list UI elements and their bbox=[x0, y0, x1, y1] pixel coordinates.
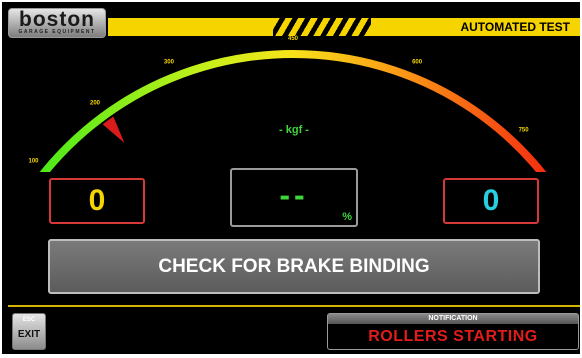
notification-panel: NOTIFICATION ROLLERS STARTING bbox=[327, 313, 579, 350]
left-value: 0 bbox=[88, 184, 106, 217]
footer-divider bbox=[8, 305, 580, 307]
gauge-tick-200: 200 bbox=[90, 101, 101, 107]
force-gauge: 0100200300450600750900 bbox=[28, 36, 547, 172]
gauge-arc bbox=[39, 50, 547, 172]
instruction-message[interactable]: CHECK FOR BRAKE BINDING bbox=[48, 239, 540, 294]
exit-button[interactable]: ESC EXIT bbox=[12, 313, 46, 350]
center-value-box: -- % bbox=[230, 168, 358, 227]
notification-label: NOTIFICATION bbox=[328, 314, 578, 324]
gauge-tick-750: 750 bbox=[519, 128, 530, 134]
esc-key-label: ESC bbox=[22, 317, 36, 323]
gauge-tick-300: 300 bbox=[164, 60, 175, 66]
test-screen: boston GARAGE EQUIPMENT AUTOMATED TEST 0… bbox=[2, 2, 580, 354]
exit-label: EXIT bbox=[17, 329, 41, 340]
right-needle bbox=[102, 116, 125, 143]
gauge-tick-600: 600 bbox=[412, 60, 423, 66]
gauge-unit-label: - kgf - bbox=[279, 124, 309, 136]
gauge-tick-450: 450 bbox=[288, 36, 299, 42]
notification-text: ROLLERS STARTING bbox=[368, 328, 538, 345]
right-value-box: 0 bbox=[443, 178, 539, 224]
center-unit: % bbox=[342, 211, 352, 223]
gauge-tick-100: 100 bbox=[28, 159, 39, 165]
left-value-box: 0 bbox=[49, 178, 145, 224]
right-value: 0 bbox=[482, 184, 500, 217]
center-value: -- bbox=[279, 177, 309, 213]
